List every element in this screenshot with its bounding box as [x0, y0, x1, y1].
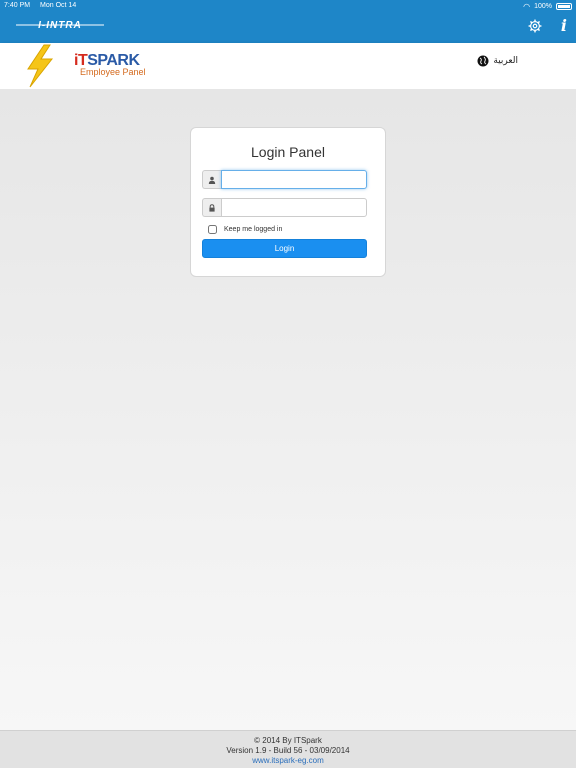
password-input[interactable]	[221, 198, 367, 217]
status-indicators: ◠ 100%	[523, 2, 572, 11]
employee-panel-subtitle: Employee Panel	[80, 67, 146, 77]
app-bar: 7:40 PM Mon Oct 14 ◠ 100% I-INTRA i	[0, 0, 576, 43]
globe-icon	[477, 55, 489, 67]
login-panel: Login Panel Keep me logged in Login	[190, 127, 386, 277]
footer-website-link[interactable]: www.itspark-eg.com	[252, 756, 324, 765]
lightning-bolt-logo	[27, 44, 54, 88]
status-bar: 7:40 PM Mon Oct 14	[4, 2, 76, 9]
battery-icon	[556, 3, 572, 10]
language-switch[interactable]: العربية	[477, 55, 518, 67]
company-header: iTSPARK Employee Panel العربية	[0, 43, 576, 89]
remember-checkbox[interactable]	[208, 225, 217, 234]
status-date: Mon Oct 14	[40, 2, 77, 9]
battery-percent: 100%	[534, 3, 552, 10]
info-icon[interactable]: i	[561, 16, 567, 35]
intra-brand-logo: I-INTRA	[16, 20, 104, 31]
login-panel-title: Login Panel	[251, 144, 325, 160]
footer-copyright: © 2014 By ITSpark	[254, 736, 322, 745]
status-time: 7:40 PM	[4, 2, 31, 9]
settings-icon[interactable]	[528, 19, 542, 33]
remember-me[interactable]: Keep me logged in	[208, 225, 282, 234]
brand-text: I-INTRA	[38, 20, 82, 31]
lock-icon	[202, 198, 221, 217]
language-link[interactable]: العربية	[493, 56, 518, 66]
user-icon	[202, 170, 221, 189]
wifi-icon: ◠	[523, 2, 531, 11]
username-input[interactable]	[221, 170, 367, 189]
password-field	[202, 198, 367, 217]
login-button[interactable]: Login	[202, 239, 367, 258]
footer-version: Version 1.9 - Build 56 - 03/09/2014	[226, 746, 350, 755]
remember-label: Keep me logged in	[224, 226, 283, 233]
footer: © 2014 By ITSpark Version 1.9 - Build 56…	[0, 730, 576, 768]
main-content: Login Panel Keep me logged in Login	[0, 89, 576, 730]
username-field	[202, 170, 367, 189]
